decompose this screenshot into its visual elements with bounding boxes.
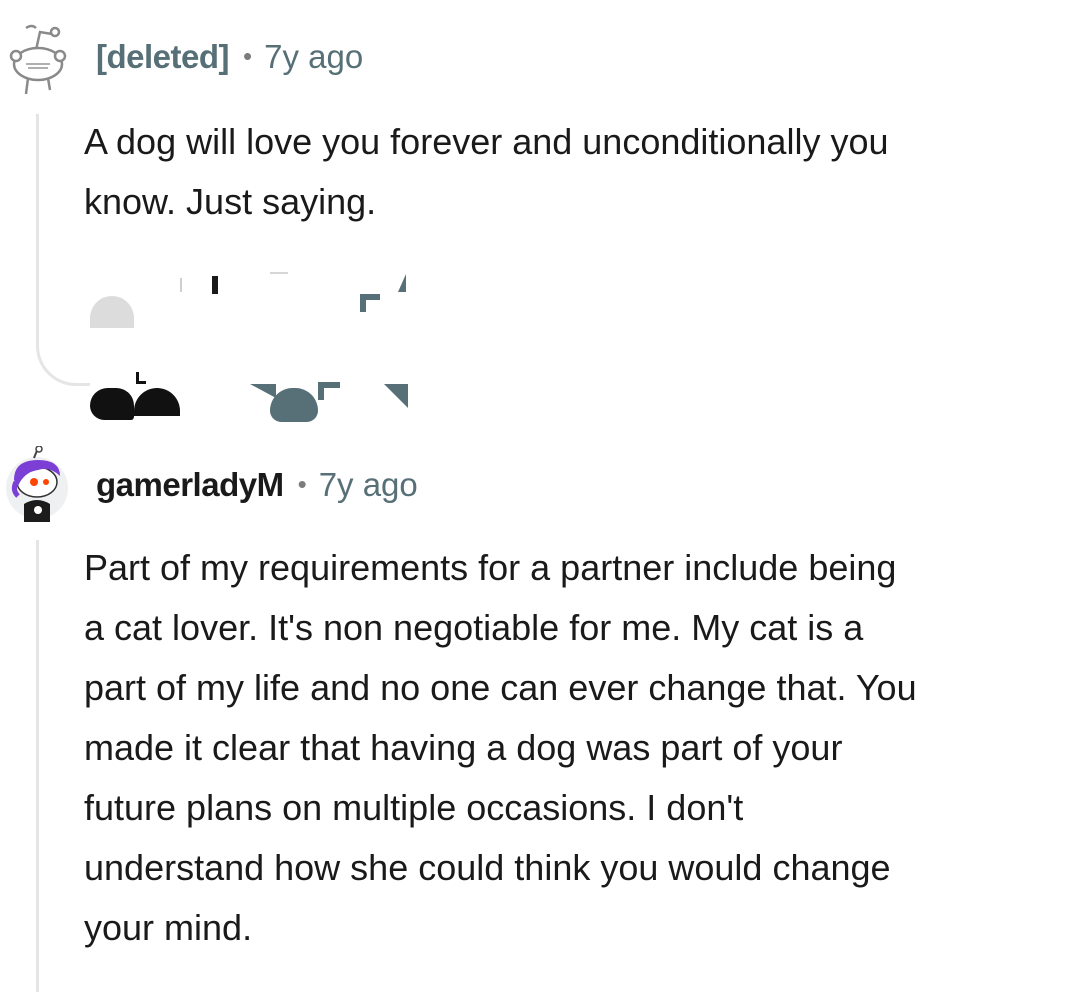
snoo-outline-icon[interactable]	[6, 20, 70, 95]
thread-connector	[36, 330, 90, 386]
comment-age: 7y ago	[318, 466, 418, 503]
snoo-avatar-icon[interactable]	[4, 445, 68, 522]
action-icon-fragment	[136, 372, 146, 384]
comment-age: 7y ago	[264, 38, 364, 75]
action-icon-fragment	[398, 274, 406, 292]
author-name[interactable]: [deleted]	[96, 38, 230, 76]
meta-separator: •	[297, 469, 307, 499]
author-name[interactable]: gamerladyM	[96, 466, 284, 504]
thread-line[interactable]	[36, 114, 39, 334]
comment-meta: [deleted] • 7y ago	[96, 38, 363, 76]
action-icon-fragment	[270, 388, 318, 422]
action-icon-fragment	[90, 296, 134, 328]
comment-meta: gamerladyM • 7y ago	[96, 466, 418, 504]
action-icon-fragment	[250, 384, 276, 398]
thread-line[interactable]	[36, 540, 39, 992]
action-icon-fragment	[180, 278, 192, 292]
action-icon-fragment	[134, 388, 180, 416]
action-icon-fragment	[90, 388, 134, 420]
action-icon-fragment	[212, 276, 218, 294]
action-icon-fragment	[384, 384, 408, 408]
comment-body: Part of my requirements for a partner in…	[84, 547, 917, 948]
action-icon-fragment	[270, 272, 288, 274]
action-icon-fragment	[360, 294, 380, 312]
action-icon-fragment	[318, 382, 340, 400]
comment-body: A dog will love you forever and uncondit…	[84, 121, 889, 222]
meta-separator: •	[243, 41, 253, 71]
